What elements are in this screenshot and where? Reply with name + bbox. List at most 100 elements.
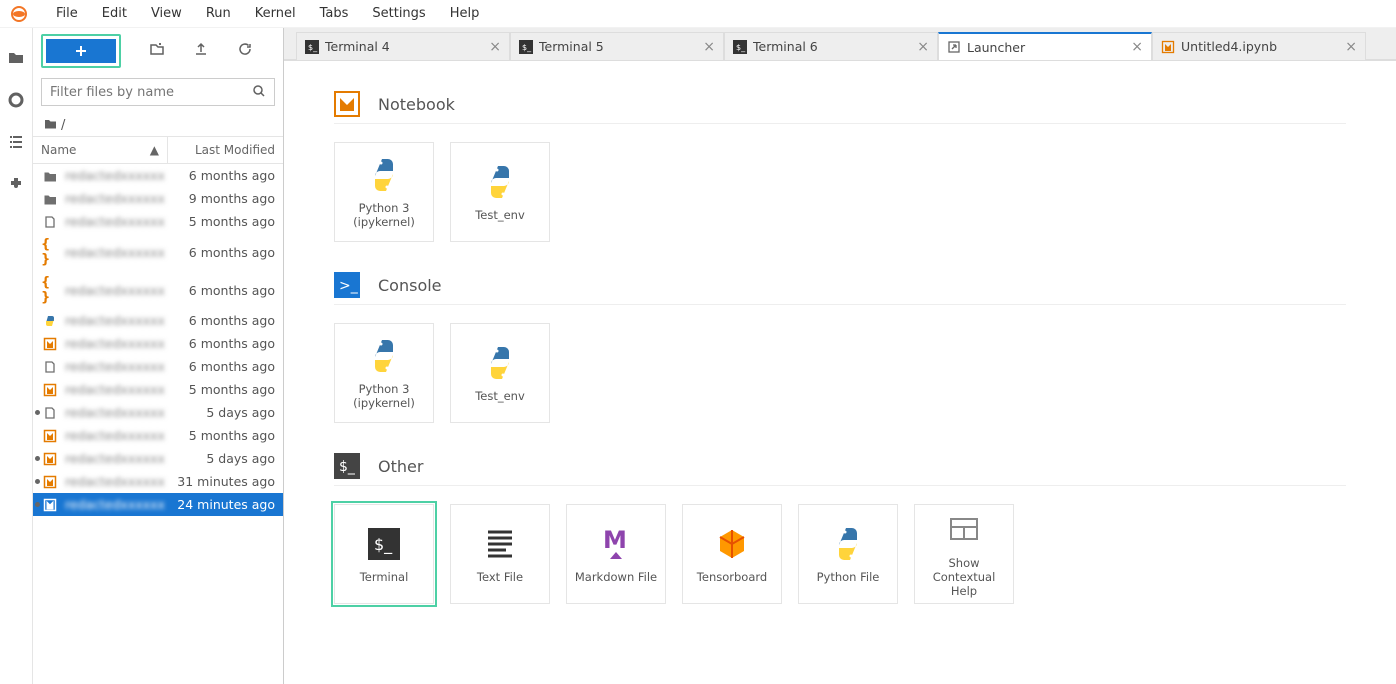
menu-view[interactable]: View <box>139 2 194 25</box>
folder-icon <box>43 116 57 134</box>
tab-terminal-6[interactable]: $_Terminal 6× <box>724 32 938 60</box>
launcher-card-terminal[interactable]: $_Terminal <box>334 504 434 604</box>
launcher-card-python-3[interactable]: Python 3(ipykernel) <box>334 323 434 423</box>
nb-icon <box>41 498 59 512</box>
file-modified: 6 months ago <box>165 359 275 374</box>
filter-input[interactable] <box>50 85 252 100</box>
launcher-card-show-contextual[interactable]: Show ContextualHelp <box>914 504 1014 604</box>
file-row[interactable]: redactedxxxxxx6 months ago <box>33 355 283 378</box>
menu-help[interactable]: Help <box>438 2 492 25</box>
json-icon: { } <box>41 275 59 305</box>
nb-section-icon <box>334 91 360 117</box>
tab-terminal-4[interactable]: $_Terminal 4× <box>296 32 510 60</box>
menu-tabs[interactable]: Tabs <box>308 2 361 25</box>
launcher-card-test-env[interactable]: Test_env <box>450 323 550 423</box>
file-name: redactedxxxxxx <box>65 451 165 466</box>
textfile-icon <box>480 524 520 564</box>
new-folder-icon[interactable] <box>149 41 165 61</box>
menu-settings[interactable]: Settings <box>360 2 437 25</box>
running-indicator-icon <box>35 479 40 484</box>
svg-text:$_: $_ <box>522 43 532 52</box>
card-label: Tensorboard <box>697 570 767 584</box>
rail-folder-icon[interactable] <box>6 48 26 68</box>
launcher-card-tensorboard[interactable]: Tensorboard <box>682 504 782 604</box>
launcher-content: NotebookPython 3(ipykernel)Test_env>_Con… <box>284 60 1396 684</box>
file-modified: 6 months ago <box>165 336 275 351</box>
file-name: redactedxxxxxx <box>65 191 165 206</box>
markdown-icon: M <box>596 524 636 564</box>
file-row[interactable]: redactedxxxxxx6 months ago <box>33 309 283 332</box>
launcher-card-text-file[interactable]: Text File <box>450 504 550 604</box>
new-launcher-button[interactable] <box>46 39 116 63</box>
refresh-icon[interactable] <box>237 41 253 61</box>
svg-text:$_: $_ <box>736 43 746 52</box>
rail-running-icon[interactable] <box>6 90 26 110</box>
launcher-card-python-3[interactable]: Python 3(ipykernel) <box>334 142 434 242</box>
file-toolbar <box>33 28 283 70</box>
file-row[interactable]: redactedxxxxxx24 minutes ago <box>33 493 283 516</box>
breadcrumb[interactable]: / <box>33 114 283 136</box>
file-row[interactable]: redactedxxxxxx5 months ago <box>33 378 283 401</box>
card-label: Test_env <box>475 389 525 403</box>
file-row[interactable]: redactedxxxxxx5 days ago <box>33 401 283 424</box>
menu-kernel[interactable]: Kernel <box>243 2 308 25</box>
svg-text:M: M <box>603 526 627 554</box>
file-modified: 31 minutes ago <box>165 474 275 489</box>
upload-icon[interactable] <box>193 41 209 61</box>
tab-terminal-5[interactable]: $_Terminal 5× <box>510 32 724 60</box>
filter-box[interactable] <box>41 78 275 106</box>
other-section-icon: $_ <box>334 453 360 479</box>
breadcrumb-root[interactable]: / <box>61 118 65 133</box>
terminal-icon: $_ <box>305 40 319 54</box>
card-label: Show ContextualHelp <box>921 556 1007 598</box>
tab-label: Untitled4.ipynb <box>1181 39 1339 54</box>
column-name[interactable]: Name ▲ <box>33 137 168 163</box>
launcher-card-python-file[interactable]: Python File <box>798 504 898 604</box>
menu-edit[interactable]: Edit <box>90 2 139 25</box>
close-icon[interactable]: × <box>1345 39 1357 55</box>
file-modified: 5 months ago <box>165 214 275 229</box>
py-icon <box>41 314 59 328</box>
nb-icon <box>41 429 59 443</box>
search-icon <box>252 83 266 102</box>
tab-untitled4-ipynb[interactable]: Untitled4.ipynb × <box>1152 32 1366 60</box>
file-row[interactable]: { }redactedxxxxxx6 months ago <box>33 271 283 309</box>
launcher-card-test-env[interactable]: Test_env <box>450 142 550 242</box>
python-icon <box>364 336 404 376</box>
file-row[interactable]: redactedxxxxxx6 months ago <box>33 164 283 187</box>
launcher-card-markdown-file[interactable]: MMarkdown File <box>566 504 666 604</box>
close-icon[interactable]: × <box>703 39 715 55</box>
contexthelp-icon <box>944 510 984 550</box>
file-row[interactable]: redactedxxxxxx9 months ago <box>33 187 283 210</box>
rail-extensions-icon[interactable] <box>6 174 26 194</box>
close-icon[interactable]: × <box>917 39 929 55</box>
file-row[interactable]: redactedxxxxxx5 days ago <box>33 447 283 470</box>
column-modified[interactable]: Last Modified <box>168 137 283 163</box>
menu-run[interactable]: Run <box>194 2 243 25</box>
svg-text:$_: $_ <box>308 43 318 52</box>
card-label: Python File <box>817 570 880 584</box>
file-row[interactable]: redactedxxxxxx6 months ago <box>33 332 283 355</box>
close-icon[interactable]: × <box>489 39 501 55</box>
svg-text:$_: $_ <box>339 459 356 475</box>
nb-icon <box>41 452 59 466</box>
file-modified: 6 months ago <box>165 313 275 328</box>
file-name: redactedxxxxxx <box>65 497 165 512</box>
terminal-icon: $_ <box>733 40 747 54</box>
file-row[interactable]: { }redactedxxxxxx6 months ago <box>33 233 283 271</box>
file-modified: 6 months ago <box>165 245 275 260</box>
close-icon[interactable]: × <box>1131 39 1143 55</box>
file-list: redactedxxxxxx6 months agoredactedxxxxxx… <box>33 164 283 684</box>
running-indicator-icon <box>35 410 40 415</box>
file-row[interactable]: redactedxxxxxx5 months ago <box>33 424 283 447</box>
tab-launcher[interactable]: Launcher × <box>938 32 1152 60</box>
menu-file[interactable]: File <box>44 2 90 25</box>
file-row[interactable]: redactedxxxxxx31 minutes ago <box>33 470 283 493</box>
console-section-icon: >_ <box>334 272 360 298</box>
tab-label: Launcher <box>967 40 1125 55</box>
file-name: redactedxxxxxx <box>65 214 165 229</box>
rail-toc-icon[interactable] <box>6 132 26 152</box>
launcher-section-notebook: NotebookPython 3(ipykernel)Test_env <box>334 91 1346 242</box>
nb-icon <box>41 475 59 489</box>
file-row[interactable]: redactedxxxxxx5 months ago <box>33 210 283 233</box>
